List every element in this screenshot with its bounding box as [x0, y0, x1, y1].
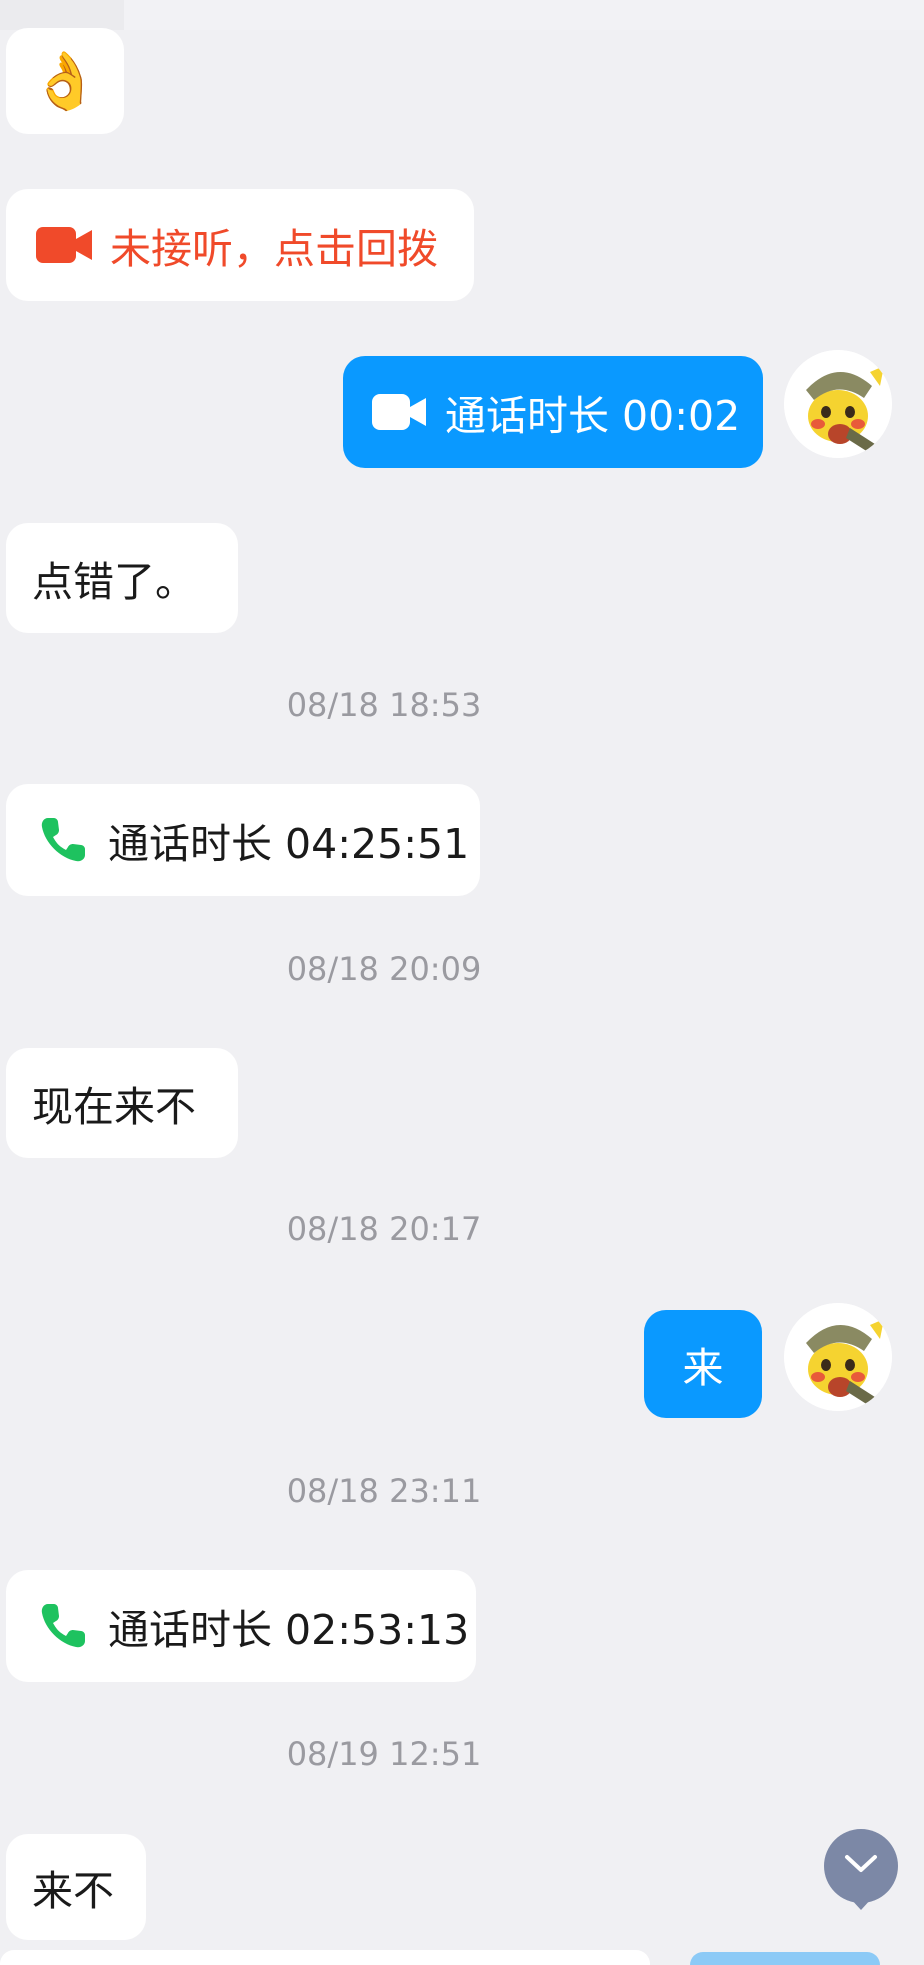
- timestamp: 08/19 12:51: [286, 1735, 482, 1773]
- call-duration-text: 通话时长 04:25:51: [108, 820, 470, 868]
- timestamp: 08/18 18:53: [286, 686, 482, 724]
- call-duration-text: 通话时长 00:02: [445, 392, 741, 440]
- scroll-to-bottom-button[interactable]: [824, 1829, 898, 1903]
- message-voice-call[interactable]: 通话时长 02:53:13: [6, 1570, 476, 1682]
- message-input-field[interactable]: [0, 1950, 650, 1965]
- ok-hand-emoji: 👌: [30, 49, 100, 114]
- missed-call-text: 未接听，点击回拨: [110, 225, 438, 273]
- avatar[interactable]: [784, 1303, 892, 1411]
- message-text: 点错了。: [32, 558, 196, 606]
- message-text: 来: [682, 1344, 724, 1392]
- timestamp: 08/18 23:11: [286, 1472, 482, 1510]
- chat-area: 👌 未接听，点击回拨 通话时长 00:02 点错了。 08/18 18:53 通…: [0, 0, 924, 1965]
- video-camera-icon: [36, 223, 94, 267]
- message-missed-call[interactable]: 未接听，点击回拨: [6, 189, 474, 301]
- send-button[interactable]: [690, 1952, 880, 1965]
- phone-handset-icon: [36, 813, 90, 867]
- top-edge: [0, 0, 924, 30]
- scroll-button-pointer: [850, 1898, 872, 1910]
- video-camera-icon: [371, 390, 429, 434]
- message-video-call-outgoing[interactable]: 通话时长 00:02: [343, 356, 763, 468]
- message-text: 来不: [32, 1867, 114, 1915]
- message-text: 现在来不: [32, 1083, 196, 1131]
- message-text-incoming[interactable]: 点错了。: [6, 523, 238, 633]
- message-ok-emoji[interactable]: 👌: [6, 28, 124, 134]
- message-voice-call[interactable]: 通话时长 04:25:51: [6, 784, 480, 896]
- chevron-down-icon: [843, 1853, 879, 1879]
- top-edge-highlight: [0, 0, 124, 30]
- phone-handset-icon: [36, 1599, 90, 1653]
- timestamp: 08/18 20:17: [286, 1210, 482, 1248]
- message-text-outgoing[interactable]: 来: [644, 1310, 762, 1418]
- message-text-incoming[interactable]: 来不: [6, 1834, 146, 1940]
- timestamp: 08/18 20:09: [286, 950, 482, 988]
- message-text-incoming[interactable]: 现在来不: [6, 1048, 238, 1158]
- avatar[interactable]: [784, 350, 892, 458]
- call-duration-text: 通话时长 02:53:13: [108, 1606, 470, 1654]
